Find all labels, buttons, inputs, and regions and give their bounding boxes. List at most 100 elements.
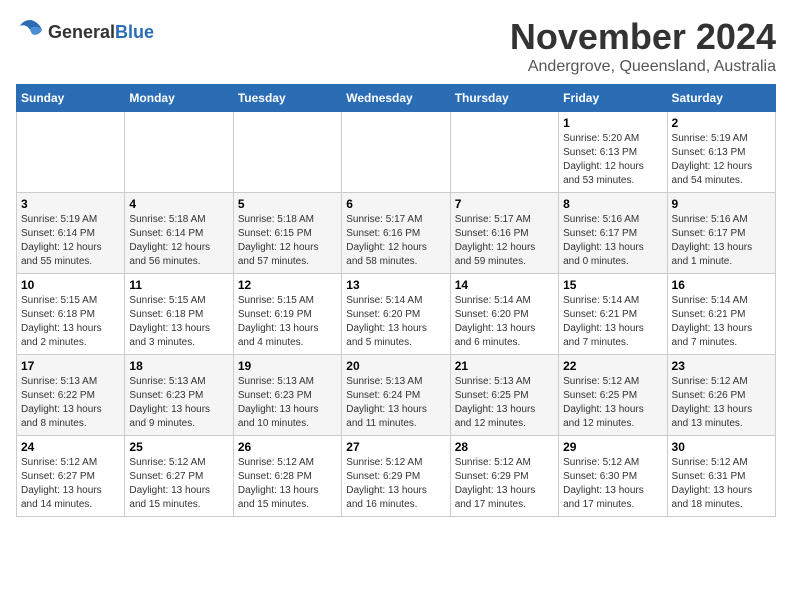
calendar-table: SundayMondayTuesdayWednesdayThursdayFrid… <box>16 84 776 517</box>
calendar-week-1: 1 Sunrise: 5:20 AM Sunset: 6:13 PM Daylig… <box>17 112 776 193</box>
day-info: Sunrise: 5:15 AM Sunset: 6:19 PM Dayligh… <box>238 294 337 350</box>
day-number: 13 <box>346 278 445 292</box>
day-number: 4 <box>129 197 228 211</box>
day-info: Sunrise: 5:12 AM Sunset: 6:28 PM Dayligh… <box>238 456 337 512</box>
day-number: 3 <box>21 197 120 211</box>
calendar-cell: 16Sunrise: 5:14 AM Sunset: 6:21 PM Dayli… <box>667 274 775 355</box>
day-number: 8 <box>563 197 662 211</box>
day-info: Sunrise: 5:13 AM Sunset: 6:25 PM Dayligh… <box>455 375 554 431</box>
calendar-cell: 29Sunrise: 5:12 AM Sunset: 6:30 PM Dayli… <box>559 436 667 517</box>
day-number: 19 <box>238 359 337 373</box>
day-info: Sunrise: 5:12 AM Sunset: 6:29 PM Dayligh… <box>455 456 554 512</box>
day-number: 22 <box>563 359 662 373</box>
calendar-cell: 11Sunrise: 5:15 AM Sunset: 6:18 PM Dayli… <box>125 274 233 355</box>
calendar-cell: 27Sunrise: 5:12 AM Sunset: 6:29 PM Dayli… <box>342 436 450 517</box>
day-number: 16 <box>672 278 771 292</box>
title-section: November 2024 Andergrove, Queensland, Au… <box>510 16 776 76</box>
calendar-cell: 3 Sunrise: 5:19 AM Sunset: 6:14 PM Daylig… <box>17 193 125 274</box>
day-number: 1 <box>563 116 662 130</box>
weekday-header-row: SundayMondayTuesdayWednesdayThursdayFrid… <box>17 85 776 112</box>
logo-text-general: General <box>48 22 115 42</box>
day-info: Sunrise: 5:14 AM Sunset: 6:20 PM Dayligh… <box>455 294 554 350</box>
day-info: Sunrise: 5:13 AM Sunset: 6:24 PM Dayligh… <box>346 375 445 431</box>
day-info: Sunrise: 5:18 AM Sunset: 6:15 PM Dayligh… <box>238 213 337 269</box>
day-number: 28 <box>455 440 554 454</box>
day-number: 20 <box>346 359 445 373</box>
day-info: Sunrise: 5:12 AM Sunset: 6:25 PM Dayligh… <box>563 375 662 431</box>
calendar-cell: 10 Sunrise: 5:15 AM Sunset: 6:18 PM Dayli… <box>17 274 125 355</box>
day-number: 10 <box>21 278 120 292</box>
day-info: Sunrise: 5:15 AM Sunset: 6:18 PM Dayligh… <box>129 294 228 350</box>
day-info: Sunrise: 5:13 AM Sunset: 6:23 PM Dayligh… <box>129 375 228 431</box>
day-info: Sunrise: 5:17 AM Sunset: 6:16 PM Dayligh… <box>455 213 554 269</box>
day-info: Sunrise: 5:12 AM Sunset: 6:27 PM Dayligh… <box>129 456 228 512</box>
calendar-cell: 24 Sunrise: 5:12 AM Sunset: 6:27 PM Dayli… <box>17 436 125 517</box>
calendar-cell <box>342 112 450 193</box>
calendar-cell: 5 Sunrise: 5:18 AM Sunset: 6:15 PM Daylig… <box>233 193 341 274</box>
calendar-cell: 30 Sunrise: 5:12 AM Sunset: 6:31 PM Dayli… <box>667 436 775 517</box>
day-info: Sunrise: 5:16 AM Sunset: 6:17 PM Dayligh… <box>672 213 771 269</box>
day-number: 27 <box>346 440 445 454</box>
calendar-cell: 12 Sunrise: 5:15 AM Sunset: 6:19 PM Dayli… <box>233 274 341 355</box>
day-number: 9 <box>672 197 771 211</box>
day-number: 17 <box>21 359 120 373</box>
calendar-cell <box>17 112 125 193</box>
day-number: 6 <box>346 197 445 211</box>
day-info: Sunrise: 5:13 AM Sunset: 6:23 PM Dayligh… <box>238 375 337 431</box>
calendar-cell: 9 Sunrise: 5:16 AM Sunset: 6:17 PM Daylig… <box>667 193 775 274</box>
day-number: 24 <box>21 440 120 454</box>
weekday-header-thursday: Thursday <box>450 85 558 112</box>
header: GeneralBlue November 2024 Andergrove, Qu… <box>16 16 776 76</box>
day-info: Sunrise: 5:18 AM Sunset: 6:14 PM Dayligh… <box>129 213 228 269</box>
logo-text-blue: Blue <box>115 22 154 42</box>
weekday-header-sunday: Sunday <box>17 85 125 112</box>
day-number: 18 <box>129 359 228 373</box>
calendar-cell <box>233 112 341 193</box>
day-number: 12 <box>238 278 337 292</box>
calendar-cell: 25Sunrise: 5:12 AM Sunset: 6:27 PM Dayli… <box>125 436 233 517</box>
calendar-cell: 14 Sunrise: 5:14 AM Sunset: 6:20 PM Dayli… <box>450 274 558 355</box>
day-info: Sunrise: 5:12 AM Sunset: 6:31 PM Dayligh… <box>672 456 771 512</box>
location-title: Andergrove, Queensland, Australia <box>510 58 776 76</box>
calendar-week-2: 3 Sunrise: 5:19 AM Sunset: 6:14 PM Daylig… <box>17 193 776 274</box>
logo: GeneralBlue <box>16 16 154 49</box>
day-info: Sunrise: 5:16 AM Sunset: 6:17 PM Dayligh… <box>563 213 662 269</box>
calendar-cell: 20 Sunrise: 5:13 AM Sunset: 6:24 PM Dayli… <box>342 355 450 436</box>
calendar-cell: 1 Sunrise: 5:20 AM Sunset: 6:13 PM Daylig… <box>559 112 667 193</box>
day-number: 14 <box>455 278 554 292</box>
day-number: 21 <box>455 359 554 373</box>
calendar-week-3: 10 Sunrise: 5:15 AM Sunset: 6:18 PM Dayli… <box>17 274 776 355</box>
calendar-cell: 4 Sunrise: 5:18 AM Sunset: 6:14 PM Daylig… <box>125 193 233 274</box>
calendar-cell <box>125 112 233 193</box>
day-number: 5 <box>238 197 337 211</box>
weekday-header-monday: Monday <box>125 85 233 112</box>
calendar-cell: 13Sunrise: 5:14 AM Sunset: 6:20 PM Dayli… <box>342 274 450 355</box>
day-info: Sunrise: 5:20 AM Sunset: 6:13 PM Dayligh… <box>563 132 662 188</box>
month-title: November 2024 <box>510 16 776 58</box>
day-number: 7 <box>455 197 554 211</box>
calendar-cell <box>450 112 558 193</box>
day-info: Sunrise: 5:19 AM Sunset: 6:13 PM Dayligh… <box>672 132 771 188</box>
calendar-cell: 28 Sunrise: 5:12 AM Sunset: 6:29 PM Dayli… <box>450 436 558 517</box>
calendar-week-4: 17Sunrise: 5:13 AM Sunset: 6:22 PM Dayli… <box>17 355 776 436</box>
calendar-cell: 26 Sunrise: 5:12 AM Sunset: 6:28 PM Dayli… <box>233 436 341 517</box>
day-number: 23 <box>672 359 771 373</box>
day-info: Sunrise: 5:12 AM Sunset: 6:27 PM Dayligh… <box>21 456 120 512</box>
day-number: 26 <box>238 440 337 454</box>
weekday-header-saturday: Saturday <box>667 85 775 112</box>
day-number: 30 <box>672 440 771 454</box>
calendar-cell: 6Sunrise: 5:17 AM Sunset: 6:16 PM Daylig… <box>342 193 450 274</box>
calendar-cell: 22 Sunrise: 5:12 AM Sunset: 6:25 PM Dayli… <box>559 355 667 436</box>
calendar-cell: 18 Sunrise: 5:13 AM Sunset: 6:23 PM Dayli… <box>125 355 233 436</box>
day-info: Sunrise: 5:12 AM Sunset: 6:26 PM Dayligh… <box>672 375 771 431</box>
calendar-cell: 7 Sunrise: 5:17 AM Sunset: 6:16 PM Daylig… <box>450 193 558 274</box>
day-info: Sunrise: 5:19 AM Sunset: 6:14 PM Dayligh… <box>21 213 120 269</box>
calendar-cell: 21 Sunrise: 5:13 AM Sunset: 6:25 PM Dayli… <box>450 355 558 436</box>
day-number: 2 <box>672 116 771 130</box>
day-info: Sunrise: 5:15 AM Sunset: 6:18 PM Dayligh… <box>21 294 120 350</box>
weekday-header-friday: Friday <box>559 85 667 112</box>
calendar-cell: 17Sunrise: 5:13 AM Sunset: 6:22 PM Dayli… <box>17 355 125 436</box>
calendar-cell: 15Sunrise: 5:14 AM Sunset: 6:21 PM Dayli… <box>559 274 667 355</box>
day-info: Sunrise: 5:14 AM Sunset: 6:21 PM Dayligh… <box>563 294 662 350</box>
weekday-header-wednesday: Wednesday <box>342 85 450 112</box>
